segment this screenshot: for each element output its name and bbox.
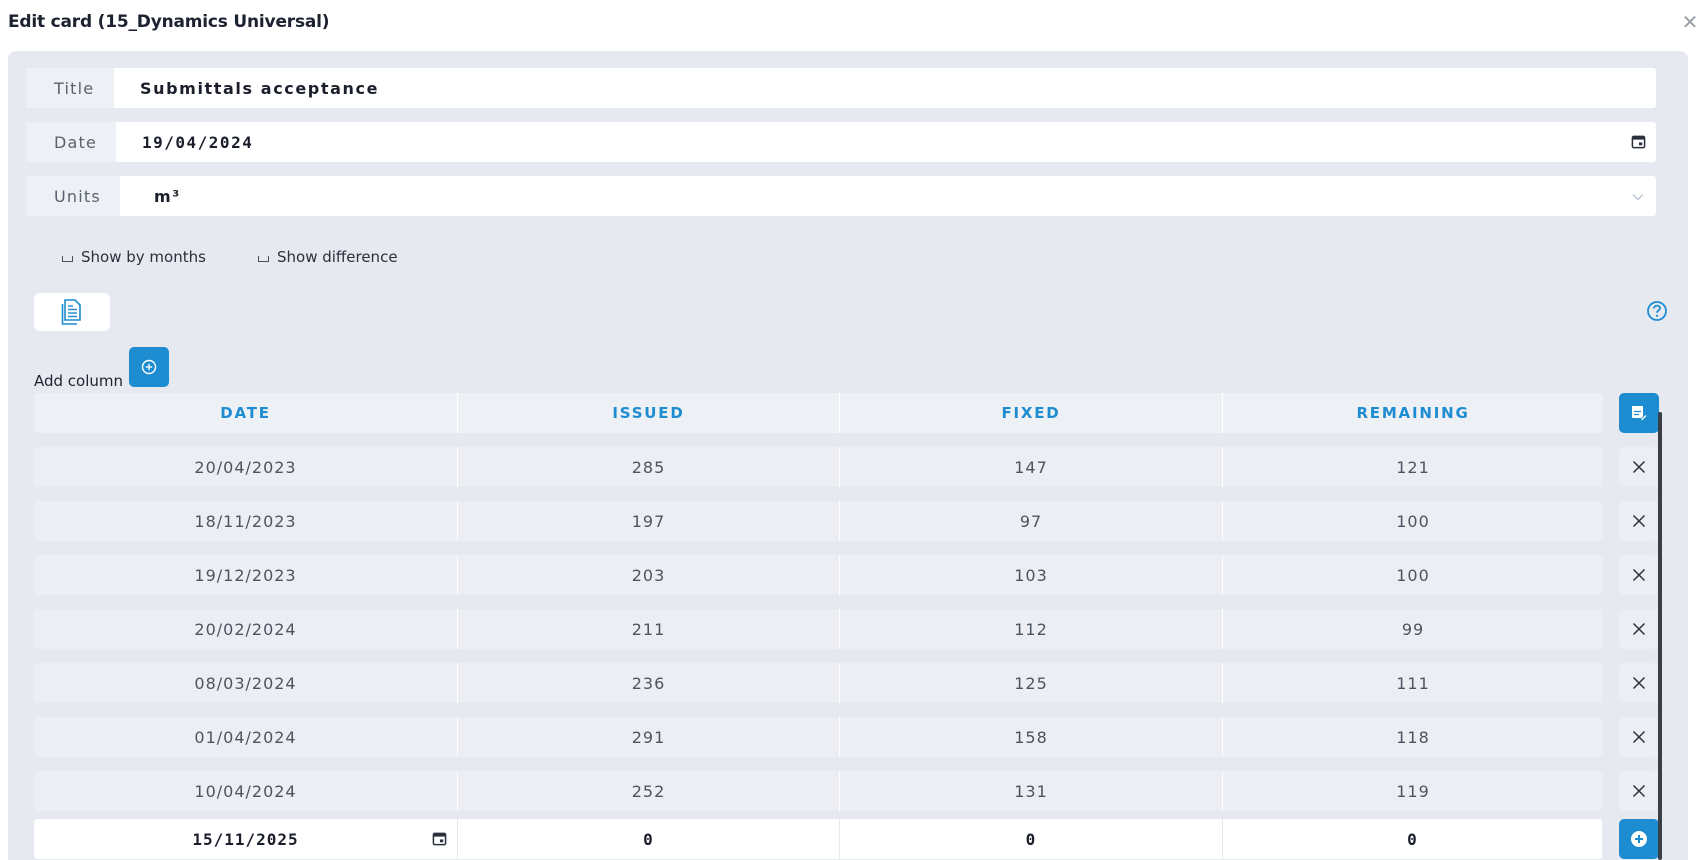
cell-fixed[interactable]: 112 [840, 609, 1223, 649]
delete-row-button[interactable] [1619, 447, 1659, 487]
calendar-icon[interactable] [1631, 134, 1646, 149]
delete-icon [1632, 676, 1646, 690]
table-row: 08/03/2024 236 125 111 [34, 663, 1603, 703]
cell-fixed[interactable]: 97 [840, 501, 1223, 541]
date-field[interactable]: Date 19/04/2024 [26, 122, 1656, 162]
delete-icon [1632, 568, 1646, 582]
cell-date[interactable]: 19/12/2023 [34, 555, 458, 595]
delete-row-button[interactable] [1619, 501, 1659, 541]
header-remaining[interactable]: REMAINING [1223, 393, 1603, 433]
title-label: Title [26, 68, 114, 108]
header-date[interactable]: DATE [34, 393, 458, 433]
cell-remaining[interactable]: 118 [1223, 717, 1603, 757]
table-row: 20/02/2024 211 112 99 [34, 609, 1603, 649]
cell-remaining[interactable]: 99 [1223, 609, 1603, 649]
show-difference-option[interactable]: Show difference [258, 248, 398, 266]
cell-issued[interactable]: 285 [458, 447, 840, 487]
cell-fixed[interactable]: 147 [840, 447, 1223, 487]
delete-row-button[interactable] [1619, 555, 1659, 595]
cell-date[interactable]: 20/04/2023 [34, 447, 458, 487]
dialog-title: Edit card (15_Dynamics Universal) [8, 12, 330, 32]
new-fixed-input[interactable]: 0 [840, 819, 1223, 859]
cell-remaining[interactable]: 100 [1223, 555, 1603, 595]
help-icon[interactable] [1646, 300, 1668, 322]
cell-date[interactable]: 10/04/2024 [34, 771, 458, 811]
add-circle-icon [1631, 831, 1647, 847]
delete-icon [1632, 460, 1646, 474]
date-label: Date [26, 122, 116, 162]
cell-remaining[interactable]: 111 [1223, 663, 1603, 703]
cell-issued[interactable]: 197 [458, 501, 840, 541]
new-issued-input[interactable]: 0 [458, 819, 840, 859]
calendar-icon[interactable] [432, 831, 447, 846]
units-field[interactable]: Units m³ [26, 176, 1656, 216]
add-circle-icon [141, 359, 157, 375]
new-entry-row: 15/11/2025 0 0 0 [34, 819, 1603, 859]
show-difference-label: Show difference [277, 248, 398, 266]
close-icon[interactable]: ✕ [1680, 12, 1700, 32]
show-by-months-label: Show by months [81, 248, 206, 266]
report-icon [61, 299, 81, 325]
title-input[interactable]: Submittals acceptance [140, 68, 379, 108]
header-issued[interactable]: ISSUED [458, 393, 840, 433]
cell-remaining[interactable]: 100 [1223, 501, 1603, 541]
new-date-value: 15/11/2025 [192, 829, 299, 849]
cell-remaining[interactable]: 121 [1223, 447, 1603, 487]
new-date-input[interactable]: 15/11/2025 [34, 819, 458, 859]
report-button[interactable] [34, 293, 110, 331]
cell-issued[interactable]: 252 [458, 771, 840, 811]
add-column-button[interactable] [129, 347, 169, 387]
cell-issued[interactable]: 291 [458, 717, 840, 757]
show-by-months-checkbox[interactable] [62, 256, 73, 262]
table-edit-button[interactable] [1619, 393, 1659, 433]
add-column-label: Add column [34, 372, 124, 390]
chevron-down-icon[interactable] [1632, 190, 1644, 204]
title-field[interactable]: Title Submittals acceptance [26, 68, 1656, 108]
delete-row-button[interactable] [1619, 771, 1659, 811]
delete-row-button[interactable] [1619, 717, 1659, 757]
delete-row-button[interactable] [1619, 609, 1659, 649]
table-row: 20/04/2023 285 147 121 [34, 447, 1603, 487]
delete-icon [1632, 622, 1646, 636]
show-by-months-option[interactable]: Show by months [62, 248, 206, 266]
scrollbar[interactable] [1658, 412, 1662, 860]
delete-icon [1632, 514, 1646, 528]
cell-fixed[interactable]: 131 [840, 771, 1223, 811]
cell-remaining[interactable]: 119 [1223, 771, 1603, 811]
cell-fixed[interactable]: 158 [840, 717, 1223, 757]
table-row: 18/11/2023 197 97 100 [34, 501, 1603, 541]
cell-date[interactable]: 18/11/2023 [34, 501, 458, 541]
new-remaining-input[interactable]: 0 [1223, 819, 1603, 859]
cell-fixed[interactable]: 125 [840, 663, 1223, 703]
cell-date[interactable]: 01/04/2024 [34, 717, 458, 757]
cell-fixed[interactable]: 103 [840, 555, 1223, 595]
cell-date[interactable]: 20/02/2024 [34, 609, 458, 649]
table-header: DATE ISSUED FIXED REMAINING [34, 393, 1603, 433]
table-row: 10/04/2024 252 131 119 [34, 771, 1603, 811]
units-select[interactable]: m³ [154, 176, 181, 216]
cell-issued[interactable]: 203 [458, 555, 840, 595]
units-label: Units [26, 176, 120, 216]
show-difference-checkbox[interactable] [258, 256, 269, 262]
header-fixed[interactable]: FIXED [840, 393, 1223, 433]
cell-issued[interactable]: 236 [458, 663, 840, 703]
cell-issued[interactable]: 211 [458, 609, 840, 649]
delete-icon [1632, 730, 1646, 744]
table-edit-icon [1632, 406, 1648, 421]
cell-date[interactable]: 08/03/2024 [34, 663, 458, 703]
date-input[interactable]: 19/04/2024 [142, 122, 253, 162]
delete-icon [1632, 784, 1646, 798]
delete-row-button[interactable] [1619, 663, 1659, 703]
table-row: 19/12/2023 203 103 100 [34, 555, 1603, 595]
add-row-button[interactable] [1619, 819, 1659, 859]
table-row: 01/04/2024 291 158 118 [34, 717, 1603, 757]
